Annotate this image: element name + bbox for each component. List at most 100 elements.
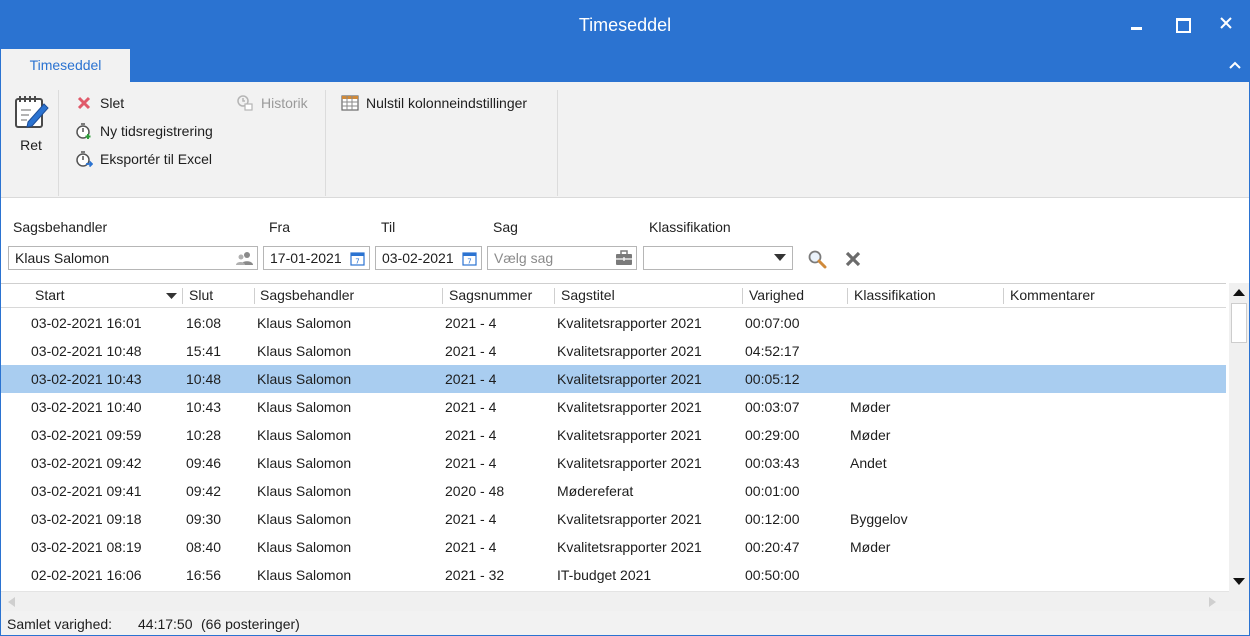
total-duration-label: Samlet varighed: <box>7 616 113 632</box>
cell-caseworker: Klaus Salomon <box>257 315 352 331</box>
column-header-case-number[interactable]: Sagsnummer <box>449 284 532 308</box>
cell-case-number: 2021 - 4 <box>445 343 497 359</box>
history-icon <box>236 94 254 112</box>
svg-text:7: 7 <box>467 257 471 265</box>
table-row[interactable]: 03-02-2021 10:43 10:48 Klaus Salomon 2021 -… <box>1 365 1226 393</box>
table-row[interactable]: 02-02-2021 16:06 16:56 Klaus Salomon 2021 -… <box>1 561 1226 589</box>
column-divider[interactable] <box>254 288 255 304</box>
cell-case-title: Kvalitetsrapporter 2021 <box>557 511 702 527</box>
from-label: Fra <box>269 219 290 235</box>
new-time-label: Ny tidsregistrering <box>100 123 213 139</box>
briefcase-icon[interactable] <box>615 249 633 267</box>
export-excel-button[interactable]: Eksportér til Excel <box>75 149 212 169</box>
arrow-up-icon <box>1233 289 1245 296</box>
cell-start: 03-02-2021 09:42 <box>31 455 142 471</box>
column-header-end[interactable]: Slut <box>189 284 213 308</box>
ribbon-divider <box>325 90 326 196</box>
cell-end: 16:56 <box>186 567 222 583</box>
arrow-left-icon <box>7 597 15 607</box>
column-divider[interactable] <box>182 288 183 304</box>
column-header-case-title[interactable]: Sagstitel <box>561 284 615 308</box>
cell-duration: 00:20:47 <box>745 539 800 555</box>
column-divider[interactable] <box>554 288 555 304</box>
table-row[interactable]: 03-02-2021 09:41 09:42 Klaus Salomon 2020 -… <box>1 477 1226 505</box>
close-icon <box>1220 17 1232 29</box>
cell-caseworker: Klaus Salomon <box>257 343 352 359</box>
table-row[interactable]: 03-02-2021 08:19 08:40 Klaus Salomon 2021 -… <box>1 533 1226 561</box>
cell-caseworker: Klaus Salomon <box>257 511 352 527</box>
table-row[interactable]: 03-02-2021 09:42 09:46 Klaus Salomon 2021 -… <box>1 449 1226 477</box>
cell-case-number: 2021 - 32 <box>445 567 505 583</box>
collapse-ribbon-button[interactable] <box>1227 57 1243 73</box>
column-divider[interactable] <box>742 288 743 304</box>
case-placeholder: Vælg sag <box>494 250 554 266</box>
column-divider[interactable] <box>442 288 443 304</box>
title-bar: Timeseddel <box>1 1 1249 49</box>
clear-filter-button[interactable] <box>842 248 864 270</box>
cell-start: 03-02-2021 10:40 <box>31 399 142 415</box>
calendar-icon[interactable]: 7 <box>460 249 478 267</box>
column-divider[interactable] <box>1003 288 1004 304</box>
caseworker-field[interactable]: Klaus Salomon <box>8 246 258 270</box>
maximize-button[interactable] <box>1157 1 1203 47</box>
edit-button[interactable]: Ret <box>9 92 53 162</box>
from-date-field[interactable]: 17-01-2021 7 <box>263 246 370 270</box>
scroll-left-button[interactable] <box>2 593 20 611</box>
horizontal-scrollbar[interactable] <box>1 591 1229 611</box>
column-header-classification[interactable]: Klassifikation <box>854 284 936 308</box>
case-field[interactable]: Vælg sag <box>487 246 637 270</box>
cell-end: 10:28 <box>186 427 222 443</box>
cell-start: 03-02-2021 16:01 <box>31 315 142 331</box>
cell-case-title: IT-budget 2021 <box>557 567 652 583</box>
clear-x-icon <box>845 251 861 267</box>
cell-case-title: Kvalitetsrapporter 2021 <box>557 539 702 555</box>
reset-columns-button[interactable]: Nulstil kolonneindstillinger <box>341 93 527 113</box>
cell-classification: Møder <box>850 427 891 443</box>
cell-duration: 00:07:00 <box>745 315 800 331</box>
table-row[interactable]: 03-02-2021 16:01 16:08 Klaus Salomon 2021 -… <box>1 309 1226 337</box>
cell-caseworker: Klaus Salomon <box>257 567 352 583</box>
cell-classification: Andet <box>850 455 887 471</box>
delete-button[interactable]: Slet <box>75 93 124 113</box>
vertical-scroll-thumb[interactable] <box>1231 303 1247 343</box>
scroll-right-button[interactable] <box>1203 593 1221 611</box>
column-header-start[interactable]: Start <box>35 284 65 308</box>
column-header-duration[interactable]: Varighed <box>749 284 804 308</box>
column-header-comments[interactable]: Kommentarer <box>1010 284 1095 308</box>
vertical-scrollbar[interactable] <box>1229 283 1249 591</box>
cell-end: 10:48 <box>186 371 222 387</box>
status-bar: Samlet varighed: 44:17:50 (66 posteringe… <box>1 611 1249 635</box>
cell-start: 03-02-2021 08:19 <box>31 539 142 555</box>
scroll-up-button[interactable] <box>1229 283 1249 301</box>
to-date-field[interactable]: 03-02-2021 7 <box>375 246 482 270</box>
ribbon-tab-strip: Timeseddel <box>1 49 1249 82</box>
table-row[interactable]: 03-02-2021 10:48 15:41 Klaus Salomon 2021 -… <box>1 337 1226 365</box>
cell-case-number: 2021 - 4 <box>445 399 497 415</box>
cell-caseworker: Klaus Salomon <box>257 427 352 443</box>
minimize-button[interactable] <box>1111 1 1157 47</box>
stopwatch-export-icon <box>75 150 93 168</box>
svg-text:7: 7 <box>355 257 359 265</box>
arrow-right-icon <box>1208 597 1216 607</box>
people-picker-icon[interactable] <box>236 249 254 267</box>
cell-case-title: Kvalitetsrapporter 2021 <box>557 455 702 471</box>
table-row[interactable]: 03-02-2021 10:40 10:43 Klaus Salomon 2021 -… <box>1 393 1226 421</box>
close-button[interactable] <box>1203 1 1249 47</box>
history-button[interactable]: Historik <box>236 93 308 113</box>
column-divider[interactable] <box>847 288 848 304</box>
classification-select[interactable] <box>643 246 793 270</box>
cell-case-number: 2020 - 48 <box>445 483 505 499</box>
table-row[interactable]: 03-02-2021 09:59 10:28 Klaus Salomon 2021 -… <box>1 421 1226 449</box>
calendar-icon[interactable]: 7 <box>348 249 366 267</box>
table-row[interactable]: 03-02-2021 09:18 09:30 Klaus Salomon 2021 -… <box>1 505 1226 533</box>
column-header-caseworker[interactable]: Sagsbehandler <box>260 284 354 308</box>
tab-timeseddel[interactable]: Timeseddel <box>1 49 130 82</box>
cell-case-number: 2021 - 4 <box>445 455 497 471</box>
cell-duration: 00:01:00 <box>745 483 800 499</box>
scroll-down-button[interactable] <box>1229 573 1249 591</box>
cell-end: 16:08 <box>186 315 222 331</box>
search-button[interactable] <box>806 248 828 270</box>
arrow-down-icon <box>1233 578 1245 585</box>
new-time-registration-button[interactable]: Ny tidsregistrering <box>75 121 213 141</box>
history-label: Historik <box>261 95 308 111</box>
